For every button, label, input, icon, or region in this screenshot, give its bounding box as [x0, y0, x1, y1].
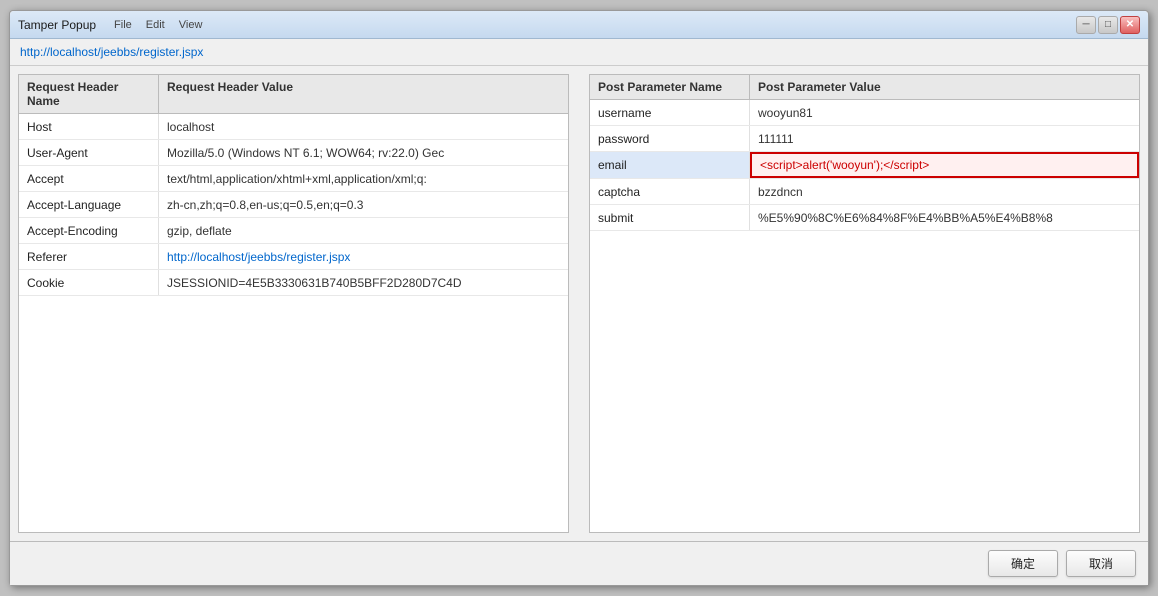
content-area: Request Header Name Request Header Value… — [10, 66, 1148, 541]
table-row[interactable]: User-Agent Mozilla/5.0 (Windows NT 6.1; … — [19, 140, 568, 166]
table-row[interactable]: Accept text/html,application/xhtml+xml,a… — [19, 166, 568, 192]
row-name: Cookie — [19, 270, 159, 295]
window-title: Tamper Popup — [18, 18, 96, 32]
row-value[interactable]: JSESSIONID=4E5B3330631B740B5BFF2D280D7C4… — [159, 270, 568, 295]
table-row-email[interactable]: email <script>alert('wooyun');</script> — [590, 152, 1139, 179]
url-bar: http://localhost/jeebbs/register.jspx — [10, 39, 1148, 66]
table-row[interactable]: Accept-Encoding gzip, deflate — [19, 218, 568, 244]
table-row[interactable]: captcha bzzdncn — [590, 179, 1139, 205]
post-parameters-panel: Post Parameter Name Post Parameter Value… — [589, 74, 1140, 533]
titlebar: Tamper Popup File Edit View ─ □ ✕ — [10, 11, 1148, 39]
left-col2-header: Request Header Value — [159, 75, 568, 113]
row-value[interactable]: wooyun81 — [750, 100, 1139, 125]
panel-divider — [577, 74, 581, 533]
table-row[interactable]: Host localhost — [19, 114, 568, 140]
table-row[interactable]: password 111111 — [590, 126, 1139, 152]
row-value[interactable]: zh-cn,zh;q=0.8,en-us;q=0.5,en;q=0.3 — [159, 192, 568, 217]
row-value[interactable]: http://localhost/jeebbs/register.jspx — [159, 244, 568, 269]
left-col1-header: Request Header Name — [19, 75, 159, 113]
table-row[interactable]: Referer http://localhost/jeebbs/register… — [19, 244, 568, 270]
row-name: submit — [590, 205, 750, 230]
table-row[interactable]: submit %E5%90%8C%E6%84%8F%E4%BB%A5%E4%B8… — [590, 205, 1139, 231]
row-value[interactable]: Mozilla/5.0 (Windows NT 6.1; WOW64; rv:2… — [159, 140, 568, 165]
row-name: email — [590, 152, 750, 178]
row-name: password — [590, 126, 750, 151]
row-name: Accept-Encoding — [19, 218, 159, 243]
table-row[interactable]: username wooyun81 — [590, 100, 1139, 126]
url-value: http://localhost/jeebbs/register.jspx — [20, 45, 203, 59]
close-button[interactable]: ✕ — [1120, 16, 1140, 34]
row-name: Accept-Language — [19, 192, 159, 217]
row-value[interactable]: text/html,application/xhtml+xml,applicat… — [159, 166, 568, 191]
cancel-button[interactable]: 取消 — [1066, 550, 1136, 577]
left-table-body: Host localhost User-Agent Mozilla/5.0 (W… — [19, 114, 568, 532]
row-name: username — [590, 100, 750, 125]
menu-bar: File Edit View — [108, 19, 208, 31]
row-value[interactable]: gzip, deflate — [159, 218, 568, 243]
row-value[interactable]: localhost — [159, 114, 568, 139]
right-table-body: username wooyun81 password 111111 email … — [590, 100, 1139, 532]
window-controls: ─ □ ✕ — [1076, 16, 1140, 34]
table-row[interactable]: Cookie JSESSIONID=4E5B3330631B740B5BFF2D… — [19, 270, 568, 296]
confirm-button[interactable]: 确定 — [988, 550, 1058, 577]
left-table-header: Request Header Name Request Header Value — [19, 75, 568, 114]
row-name: Accept — [19, 166, 159, 191]
right-col1-header: Post Parameter Name — [590, 75, 750, 99]
row-name: Referer — [19, 244, 159, 269]
menu-item-view[interactable]: View — [173, 19, 209, 31]
row-name: captcha — [590, 179, 750, 204]
maximize-button[interactable]: □ — [1098, 16, 1118, 34]
row-value-script[interactable]: <script>alert('wooyun');</script> — [750, 152, 1139, 178]
footer: 确定 取消 — [10, 541, 1148, 585]
menu-item-edit[interactable]: Edit — [140, 19, 171, 31]
table-row[interactable]: Accept-Language zh-cn,zh;q=0.8,en-us;q=0… — [19, 192, 568, 218]
tamper-popup-window: Tamper Popup File Edit View ─ □ ✕ http:/… — [9, 10, 1149, 586]
minimize-button[interactable]: ─ — [1076, 16, 1096, 34]
row-value[interactable]: 111111 — [750, 126, 1139, 151]
menu-item-file[interactable]: File — [108, 19, 138, 31]
right-table-header: Post Parameter Name Post Parameter Value — [590, 75, 1139, 100]
row-name: Host — [19, 114, 159, 139]
row-name: User-Agent — [19, 140, 159, 165]
request-headers-panel: Request Header Name Request Header Value… — [18, 74, 569, 533]
row-value[interactable]: bzzdncn — [750, 179, 1139, 204]
row-value[interactable]: %E5%90%8C%E6%84%8F%E4%BB%A5%E4%B8%8 — [750, 205, 1139, 230]
right-col2-header: Post Parameter Value — [750, 75, 1139, 99]
